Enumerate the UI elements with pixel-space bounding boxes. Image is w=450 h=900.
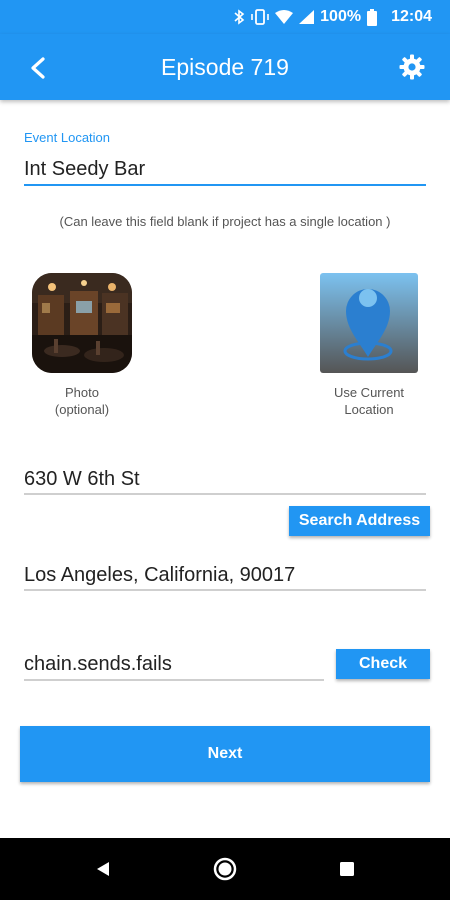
bar-interior-photo [32, 273, 132, 373]
event-location-underline [24, 184, 426, 186]
street-address-underline [24, 493, 426, 495]
gear-icon [399, 54, 425, 80]
words-underline [24, 679, 324, 681]
next-button[interactable]: Next [20, 726, 430, 782]
city-state-zip-underline [24, 589, 426, 591]
app-bar: Episode 719 [0, 34, 450, 100]
triangle-back-icon [97, 862, 109, 876]
check-button[interactable]: Check [336, 649, 430, 679]
system-navigation-bar [0, 838, 450, 900]
vibrate-icon [251, 9, 269, 25]
search-address-button[interactable]: Search Address [289, 506, 430, 536]
signal-icon [299, 10, 315, 24]
settings-button[interactable] [396, 51, 428, 83]
bluetooth-icon [233, 9, 245, 25]
page-title: Episode 719 [161, 54, 289, 80]
battery-percent: 100% [320, 8, 362, 25]
square-recents-icon [340, 862, 354, 876]
photo-thumbnail[interactable] [32, 273, 132, 373]
nav-home-button[interactable] [208, 852, 242, 886]
battery-icon [367, 8, 378, 26]
nav-recents-button[interactable] [330, 852, 364, 886]
street-address-input[interactable]: 630 W 6th St [24, 468, 140, 491]
event-location-label: Event Location [24, 130, 111, 145]
photo-caption: Photo (optional) [32, 384, 132, 418]
event-location-hint: (Can leave this field blank if project h… [59, 214, 391, 229]
words-input[interactable]: chain.sends.fails [24, 653, 172, 676]
status-icons: 100% 12:04 [233, 0, 432, 34]
location-pin-icon [343, 289, 393, 361]
clock: 12:04 [391, 8, 432, 25]
use-location-caption: Use Current Location [312, 384, 426, 418]
use-location-caption-line2: Location [344, 402, 394, 417]
use-location-caption-line1: Use Current [333, 385, 405, 400]
photo-caption-line1: Photo [65, 385, 99, 400]
wifi-icon [275, 10, 294, 24]
photo-caption-line2: (optional) [54, 402, 110, 417]
city-state-zip-input[interactable]: Los Angeles, California, 90017 [24, 564, 295, 587]
circle-home-icon [213, 857, 237, 881]
event-location-input[interactable]: Int Seedy Bar [24, 158, 145, 181]
use-current-location-button[interactable] [320, 273, 418, 373]
status-bar: 100% 12:04 [0, 0, 450, 34]
nav-back-button[interactable] [86, 852, 120, 886]
